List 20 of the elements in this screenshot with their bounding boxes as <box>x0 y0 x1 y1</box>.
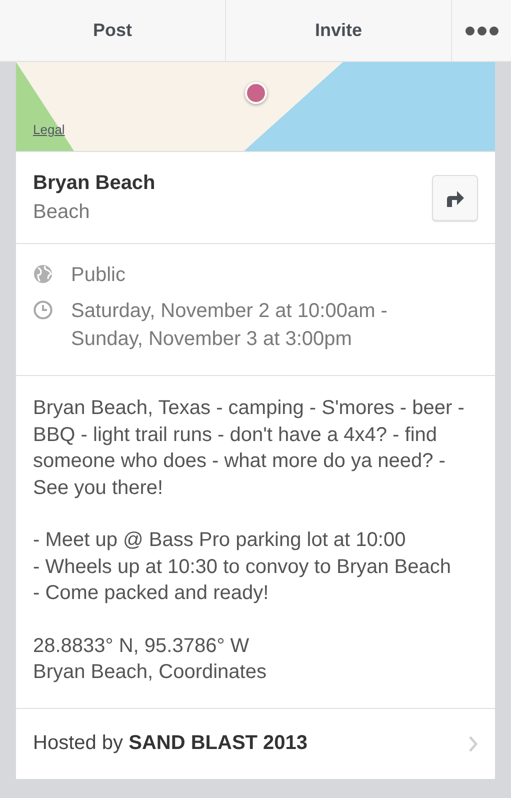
place-name[interactable]: Bryan Beach <box>33 172 156 194</box>
chevron-icon <box>468 736 478 752</box>
clock-icon <box>33 300 53 320</box>
arrow-icon <box>445 188 465 206</box>
description-text: - Meet up @ Bass Pro parking lot at 10:00 <box>33 528 407 553</box>
globe-icon <box>33 264 53 284</box>
place-category: Beach <box>33 200 91 224</box>
event-time: Saturday, November 2 at 10:00am - Sunday, November 3 at 3:00pm <box>71 299 388 352</box>
description-text: 28.8833° N, 95.3786° W <box>33 634 250 658</box>
toolbar-button[interactable]: Post <box>0 0 226 61</box>
directions-button[interactable] <box>432 174 478 220</box>
host-row[interactable]: Hosted by SAND BLAST 2013 <box>16 708 495 778</box>
toolbar-button[interactable]: Invite <box>226 0 452 61</box>
description-text: - Come packed and ready! <box>33 581 270 606</box>
host-text: Hosted by SAND BLAST 2013 <box>33 732 308 755</box>
more-icon <box>464 26 498 36</box>
description-text: - Wheels up at 10:30 to convoy to Bryan Beach <box>33 554 452 580</box>
description-text: Bryan Beach, Coordinates <box>33 660 268 685</box>
description-text: Bryan Beach, Texas - camping - S'mores - beer - BBQ - light trail runs - don't have a 4x4? - find someone who does - what more do ya need? - See you there! <box>33 396 466 500</box>
privacy-label: Public <box>71 263 126 288</box>
